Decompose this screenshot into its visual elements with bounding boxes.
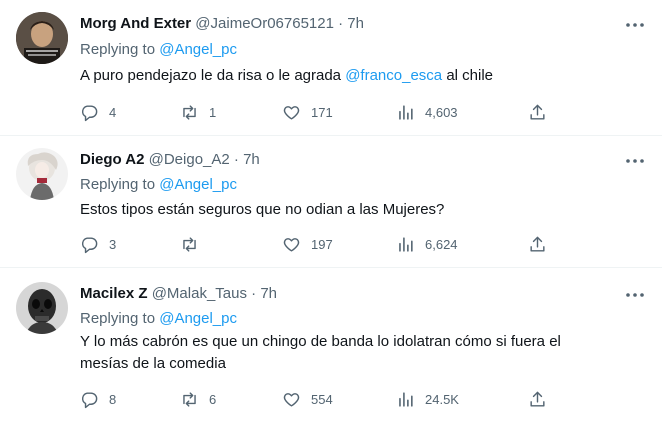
like-button[interactable]: 197 <box>282 233 333 255</box>
tweet[interactable]: Diego A2 @Deigo_A2 · 7h Replying to @Ang… <box>0 136 662 268</box>
reply-icon <box>81 391 98 408</box>
timestamp[interactable]: 7h <box>347 15 364 32</box>
views-button[interactable]: 24.5K <box>396 388 459 410</box>
user-handle[interactable]: @Malak_Taus <box>152 285 247 302</box>
reply-button[interactable]: 3 <box>80 233 116 255</box>
reply-button[interactable]: 4 <box>80 101 116 123</box>
tweet-header: Macilex Z @Malak_Taus · 7h <box>80 284 277 304</box>
user-handle[interactable]: @JaimeOr06765121 <box>195 15 334 32</box>
tweet-header: Morg And Exter @JaimeOr06765121 · 7h <box>80 14 364 34</box>
retweet-icon <box>183 104 196 120</box>
replying-to: Replying to @Angel_pc <box>80 40 237 60</box>
tweet-text-part: al chile <box>446 67 494 84</box>
replying-to: Replying to @Angel_pc <box>80 175 237 195</box>
reply-count: 8 <box>109 391 117 407</box>
views-count: 4,603 <box>425 104 458 120</box>
retweet-button[interactable]: 6 <box>180 388 216 410</box>
tweet-text: Estos tipos están seguros que no odian a… <box>80 201 445 218</box>
like-button[interactable]: 171 <box>282 101 333 123</box>
separator-dot: · <box>233 151 239 168</box>
views-icon <box>399 104 413 120</box>
more-options-icon <box>626 159 644 163</box>
heart-icon <box>283 237 300 252</box>
retweet-count: 6 <box>209 391 217 407</box>
timestamp[interactable]: 7h <box>260 285 277 302</box>
tweet-text: Y lo más cabrón es que un chingo de band… <box>80 331 640 375</box>
separator-dot: · <box>251 285 257 302</box>
replying-to-mention[interactable]: @Angel_pc <box>159 41 237 58</box>
tweet-text-line: mesías de la comedia <box>80 355 226 372</box>
more-options-icon <box>626 293 644 297</box>
views-button[interactable]: 4,603 <box>396 101 458 123</box>
like-button[interactable]: 554 <box>282 388 333 410</box>
avatar[interactable] <box>16 148 68 200</box>
share-button[interactable] <box>528 233 547 255</box>
tweet[interactable]: Macilex Z @Malak_Taus · 7h Replying to @… <box>0 268 662 425</box>
tweet[interactable]: Morg And Exter @JaimeOr06765121 · 7h Rep… <box>0 0 662 136</box>
replying-to-mention[interactable]: @Angel_pc <box>159 176 237 193</box>
reply-count: 3 <box>109 236 117 252</box>
reply-button[interactable]: 8 <box>80 388 116 410</box>
replying-to-prefix: Replying to <box>80 41 156 58</box>
replying-to-mention[interactable]: @Angel_pc <box>159 310 237 327</box>
display-name[interactable]: Macilex Z <box>80 285 148 302</box>
replying-to-prefix: Replying to <box>80 310 156 327</box>
share-icon <box>530 391 545 407</box>
views-button[interactable]: 6,624 <box>396 233 458 255</box>
retweet-count: 1 <box>209 104 217 120</box>
replying-to: Replying to @Angel_pc <box>80 309 237 329</box>
like-count: 171 <box>311 104 333 120</box>
timestamp[interactable]: 7h <box>243 151 260 168</box>
share-icon <box>530 236 545 252</box>
display-name[interactable]: Morg And Exter <box>80 15 191 32</box>
views-icon <box>399 236 413 252</box>
share-icon <box>530 104 545 120</box>
share-button[interactable] <box>528 388 547 410</box>
avatar[interactable] <box>16 12 68 64</box>
tweet-actions: 4 1 171 4,603 <box>80 101 560 123</box>
like-count: 197 <box>311 236 333 252</box>
display-name[interactable]: Diego A2 <box>80 151 144 168</box>
reply-icon <box>81 236 98 253</box>
replying-to-prefix: Replying to <box>80 176 156 193</box>
mention-link[interactable]: @franco_esca <box>345 67 442 84</box>
views-count: 6,624 <box>425 236 458 252</box>
tweet-text-part: A puro pendejazo le da risa o le agrada <box>80 67 342 84</box>
more-options-button[interactable] <box>624 284 646 306</box>
retweet-button[interactable] <box>180 233 209 255</box>
tweet-actions: 3 197 6,624 <box>80 233 560 255</box>
tweet-text: A puro pendejazo le da risa o le agrada … <box>80 65 640 87</box>
avatar[interactable] <box>16 282 68 334</box>
more-options-icon <box>626 23 644 27</box>
tweet-actions: 8 6 554 24.5K <box>80 388 560 410</box>
more-options-button[interactable] <box>624 14 646 36</box>
retweet-icon <box>183 391 196 407</box>
user-handle[interactable]: @Deigo_A2 <box>149 151 230 168</box>
share-button[interactable] <box>528 101 547 123</box>
like-count: 554 <box>311 391 333 407</box>
tweet-text-line: Y lo más cabrón es que un chingo de band… <box>80 333 561 350</box>
views-count: 24.5K <box>425 391 459 407</box>
heart-icon <box>283 105 300 120</box>
separator-dot: · <box>338 15 344 32</box>
reply-icon <box>81 104 98 121</box>
retweet-icon <box>183 236 196 252</box>
reply-count: 4 <box>109 104 117 120</box>
heart-icon <box>283 392 300 407</box>
tweet-header: Diego A2 @Deigo_A2 · 7h <box>80 150 260 170</box>
views-icon <box>399 391 413 407</box>
more-options-button[interactable] <box>624 150 646 172</box>
retweet-button[interactable]: 1 <box>180 101 216 123</box>
